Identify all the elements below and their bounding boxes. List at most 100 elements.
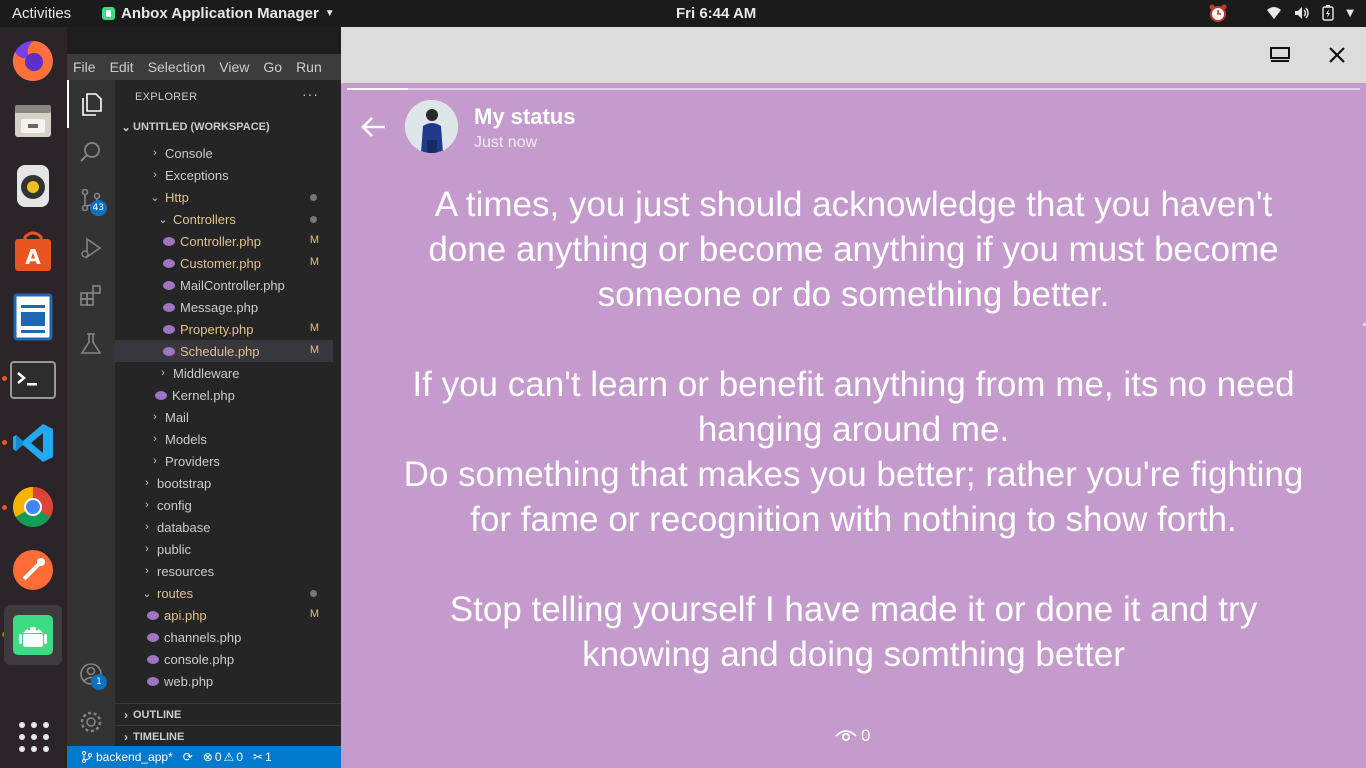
file-item[interactable]: Schedule.php M xyxy=(115,340,333,362)
clock[interactable]: Fri 6:44 AM xyxy=(676,5,756,22)
dock-item-firefox[interactable] xyxy=(4,33,62,89)
explorer-icon[interactable] xyxy=(67,80,115,128)
power-menu-chevron-icon[interactable]: ▼ xyxy=(1346,8,1354,19)
folder-item[interactable]: › Mail xyxy=(115,406,333,428)
menu-edit[interactable]: Edit xyxy=(110,59,134,75)
close-window-icon[interactable] xyxy=(1323,41,1351,69)
back-arrow-icon[interactable] xyxy=(357,111,389,143)
php-file-icon xyxy=(147,632,159,642)
view-count-value: 0 xyxy=(861,726,871,745)
tree-item-label: Controllers xyxy=(173,211,236,227)
shopping-bag-icon: A xyxy=(15,231,51,271)
status-progress-bar xyxy=(347,88,1360,90)
tree-item-label: routes xyxy=(157,585,194,601)
folder-item[interactable]: ⌄ routes xyxy=(115,582,333,604)
sync-icon[interactable]: ⟳ xyxy=(183,750,193,764)
settings-gear-icon[interactable] xyxy=(67,698,115,746)
file-item[interactable]: Kernel.php xyxy=(115,384,333,406)
file-item[interactable]: Customer.php M xyxy=(115,252,333,274)
file-item[interactable]: channels.php xyxy=(115,626,333,648)
folder-item[interactable]: › Middleware xyxy=(115,362,333,384)
workspace-header[interactable]: ⌄ UNTITLED (WORKSPACE) xyxy=(115,116,341,138)
file-item[interactable]: Message.php xyxy=(115,296,333,318)
dock-item-chrome[interactable] xyxy=(4,479,62,535)
file-item[interactable]: console.php xyxy=(115,648,333,670)
tree-item-label: database xyxy=(157,519,211,535)
php-file-icon xyxy=(163,324,175,334)
search-icon[interactable] xyxy=(67,128,115,176)
more-actions-icon[interactable]: ··· xyxy=(302,86,319,102)
folder-item[interactable]: › bootstrap xyxy=(115,472,333,494)
activities-button[interactable]: Activities xyxy=(12,5,71,22)
dock-item-libreoffice-writer[interactable] xyxy=(4,289,62,345)
git-branch-icon xyxy=(82,751,92,763)
extensions-icon[interactable] xyxy=(67,272,115,320)
menu-run[interactable]: Run xyxy=(296,59,322,75)
tree-item-label: resources xyxy=(157,563,215,579)
source-control-badge: 43 xyxy=(89,200,107,216)
tree-item-label: Exceptions xyxy=(165,167,229,183)
file-item[interactable]: api.php M xyxy=(115,604,333,626)
system-tray[interactable]: ▼ xyxy=(1208,3,1354,23)
folder-item[interactable]: ⌄ Controllers xyxy=(115,208,333,230)
folder-item[interactable]: › public xyxy=(115,538,333,560)
dock-item-anbox[interactable] xyxy=(4,605,62,665)
rhythmbox-icon xyxy=(17,165,49,207)
dock-item-terminal[interactable] xyxy=(4,352,62,408)
outline-panel-header[interactable]: › OUTLINE xyxy=(115,703,341,725)
view-count[interactable]: 0 xyxy=(835,726,870,746)
dock-item-files[interactable] xyxy=(4,93,62,149)
warning-count: 0 xyxy=(236,750,243,764)
problems-indicator[interactable]: ⊗ 0 ⚠ 0 xyxy=(203,750,243,764)
php-file-icon xyxy=(147,676,159,686)
folder-item[interactable]: › Models xyxy=(115,428,333,450)
php-file-icon xyxy=(147,654,159,664)
php-file-icon xyxy=(163,280,175,290)
dock-item-software-center[interactable]: A xyxy=(4,223,62,279)
minimize-window-icon[interactable] xyxy=(1266,41,1294,69)
chevron-right-icon: › xyxy=(153,433,157,445)
ports-indicator[interactable]: ✂ 1 xyxy=(253,750,272,764)
chevron-right-icon: › xyxy=(153,147,157,159)
timeline-panel-header[interactable]: › TIMELINE xyxy=(115,725,341,746)
tree-item-label: console.php xyxy=(164,651,235,667)
menu-selection[interactable]: Selection xyxy=(148,59,206,75)
file-item[interactable]: Property.php M xyxy=(115,318,333,340)
avatar[interactable] xyxy=(405,100,458,153)
volume-icon[interactable] xyxy=(1294,6,1310,20)
tree-item-label: Middleware xyxy=(173,365,240,381)
dock-item-rhythmbox[interactable] xyxy=(4,158,62,214)
menu-go[interactable]: Go xyxy=(263,59,282,75)
file-item[interactable]: web.php xyxy=(115,670,333,692)
folder-item[interactable]: › Console xyxy=(115,142,333,164)
chevron-down-icon: ▼ xyxy=(324,8,335,19)
folder-item[interactable]: › Providers xyxy=(115,450,333,472)
dock-item-postman[interactable] xyxy=(4,542,62,598)
alarm-clock-icon[interactable] xyxy=(1208,3,1228,23)
file-item[interactable]: MailController.php xyxy=(115,274,333,296)
folder-item[interactable]: › config xyxy=(115,494,333,516)
battery-icon[interactable] xyxy=(1322,5,1334,21)
menu-view[interactable]: View xyxy=(219,59,249,75)
chevron-right-icon: › xyxy=(153,169,157,181)
wifi-icon[interactable] xyxy=(1266,6,1282,20)
source-control-icon[interactable]: 43 xyxy=(67,176,115,224)
show-applications-icon[interactable] xyxy=(18,721,50,757)
folder-item[interactable]: › Exceptions xyxy=(115,164,333,186)
run-debug-icon[interactable] xyxy=(67,224,115,272)
chevron-down-icon: ⌄ xyxy=(142,587,152,600)
accounts-icon[interactable]: 1 xyxy=(67,650,115,698)
dock-item-vscode[interactable] xyxy=(4,415,62,471)
window-titlebar[interactable] xyxy=(341,27,1366,83)
folder-item[interactable]: › database xyxy=(115,516,333,538)
menu-file[interactable]: File xyxy=(73,59,96,75)
php-file-icon xyxy=(163,302,175,312)
chevron-right-icon: › xyxy=(145,543,149,555)
folder-item[interactable]: ⌄ Http xyxy=(115,186,333,208)
folder-item[interactable]: › resources xyxy=(115,560,333,582)
status-header: My status Just now xyxy=(341,95,1366,159)
branch-indicator[interactable]: backend_app* xyxy=(81,750,173,764)
app-menu[interactable]: Anbox Application Manager ▼ xyxy=(102,5,335,22)
file-item[interactable]: Controller.php M xyxy=(115,230,333,252)
testing-flask-icon[interactable] xyxy=(67,320,115,368)
